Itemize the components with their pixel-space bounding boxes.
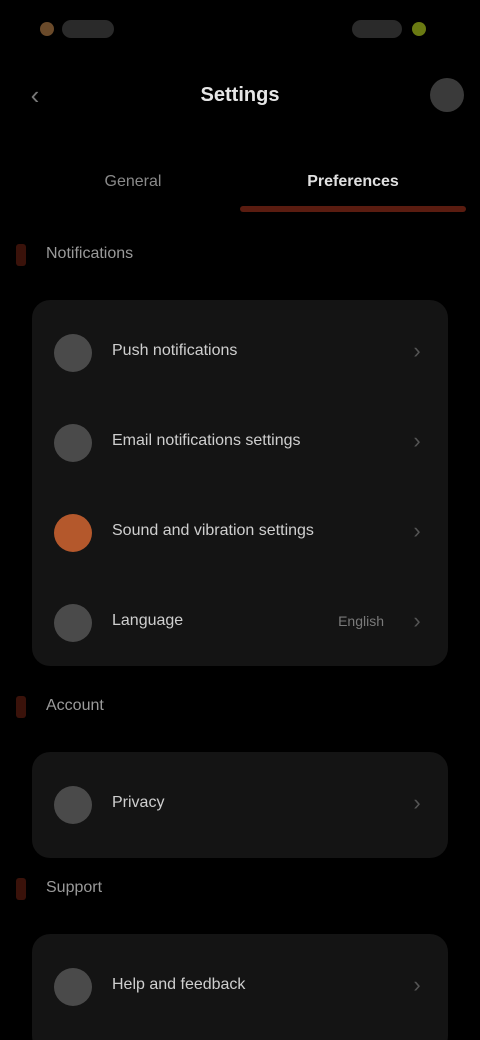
chevron-right-icon: › bbox=[413, 790, 421, 815]
status-bar bbox=[0, 0, 480, 60]
active-tab-indicator bbox=[240, 206, 466, 212]
settings-row-help[interactable]: Help and feedback › bbox=[32, 942, 448, 1032]
row-label: Email notifications settings bbox=[112, 432, 301, 449]
chevron-left-icon: ‹ bbox=[30, 79, 40, 110]
row-label: Push notifications bbox=[112, 342, 238, 359]
tab-bar: General Preferences bbox=[0, 150, 480, 220]
chevron-right-icon: › bbox=[413, 518, 421, 543]
row-label: Language bbox=[112, 612, 184, 629]
settings-row-email[interactable]: Email notifications settings › bbox=[32, 398, 448, 488]
lock-icon bbox=[54, 786, 92, 824]
row-label: Help and feedback bbox=[112, 976, 246, 993]
chevron-right-icon: › bbox=[413, 428, 421, 453]
settings-card-notifications: Push notifications › Email notifications… bbox=[32, 300, 448, 666]
settings-card-account: Privacy › bbox=[32, 752, 448, 858]
section-accent bbox=[16, 878, 26, 900]
sound-icon bbox=[54, 514, 92, 552]
chevron-right-icon: › bbox=[413, 972, 421, 997]
section-header-support: Support bbox=[0, 870, 480, 910]
section-label: Notifications bbox=[46, 245, 134, 262]
row-label: Privacy bbox=[112, 794, 165, 811]
row-label: Sound and vibration settings bbox=[112, 522, 314, 539]
tab-general[interactable]: General bbox=[20, 150, 246, 214]
help-icon bbox=[54, 968, 92, 1006]
bell-icon bbox=[54, 334, 92, 372]
row-value: English bbox=[338, 613, 384, 629]
app-header: ‹ Settings bbox=[0, 60, 480, 130]
status-time-placeholder bbox=[62, 20, 114, 38]
section-header-notifications: Notifications bbox=[0, 236, 480, 276]
section-label: Account bbox=[46, 697, 104, 714]
tab-label: General bbox=[104, 173, 162, 190]
battery-icon bbox=[412, 22, 426, 36]
avatar-button[interactable] bbox=[430, 78, 464, 112]
chevron-right-icon: › bbox=[413, 608, 421, 633]
tab-label: Preferences bbox=[307, 173, 399, 190]
status-indicator-icon bbox=[40, 22, 54, 36]
mail-icon bbox=[54, 424, 92, 462]
tab-preferences[interactable]: Preferences bbox=[240, 150, 466, 214]
settings-row-push[interactable]: Push notifications › bbox=[32, 308, 448, 398]
settings-row-privacy[interactable]: Privacy › bbox=[32, 760, 448, 850]
section-header-account: Account bbox=[0, 688, 480, 728]
section-accent bbox=[16, 696, 26, 718]
globe-icon bbox=[54, 604, 92, 642]
back-button[interactable]: ‹ bbox=[18, 78, 52, 112]
section-label: Support bbox=[46, 879, 103, 896]
page-title: Settings bbox=[200, 84, 280, 106]
status-signal-placeholder bbox=[352, 20, 402, 38]
chevron-right-icon: › bbox=[413, 338, 421, 363]
settings-row-language[interactable]: Language English › bbox=[32, 578, 448, 668]
section-accent bbox=[16, 244, 26, 266]
settings-card-support: Help and feedback › bbox=[32, 934, 448, 1040]
settings-row-sound[interactable]: Sound and vibration settings › bbox=[32, 488, 448, 578]
